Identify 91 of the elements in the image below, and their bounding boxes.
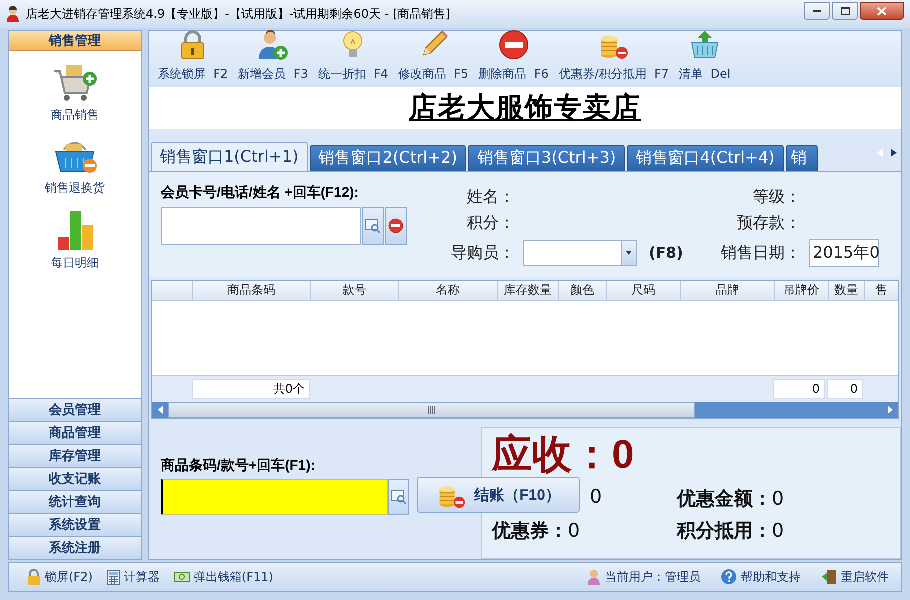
total-cell: 0: [827, 379, 863, 399]
name-label: 姓名：: [466, 186, 515, 208]
sales-date-field[interactable]: 2015年0: [809, 239, 879, 267]
calculator-icon: [106, 570, 120, 584]
count-cell: 共0个: [192, 379, 310, 399]
sidebar-item[interactable]: 商品销售: [51, 107, 99, 124]
column-header[interactable]: 款号: [310, 281, 398, 300]
total-cell: 0: [773, 379, 825, 399]
amount-due: 应收：0: [492, 434, 634, 476]
product-entry-label: 商品条码/款号+回车(F1):: [161, 457, 316, 475]
help-icon: [721, 569, 737, 585]
level-label: 等级：: [752, 186, 801, 208]
shop-title: 店老大服饰专卖店: [409, 91, 641, 125]
status-button[interactable]: 重启软件: [841, 568, 889, 586]
sales-window-tab[interactable]: 销: [786, 145, 818, 171]
toolbar-button[interactable]: 修改商品 F5: [394, 29, 474, 83]
column-header[interactable]: 品牌: [680, 281, 774, 300]
close-button[interactable]: [860, 2, 904, 20]
cash-icon: [174, 571, 190, 583]
sales-date-label: 销售日期：: [720, 242, 801, 264]
member-search-field[interactable]: [161, 207, 361, 245]
summary-field: 优惠券：0: [492, 518, 677, 544]
sales-window-tab[interactable]: 销售窗口2(Ctrl+2): [310, 145, 466, 171]
search-button[interactable]: [362, 207, 384, 245]
horizontal-scrollbar[interactable]: [152, 402, 898, 418]
window-title: 店老大进销存管理系统4.9【专业版】-【试用版】-试用期剩余60天 - [商品销售]: [26, 6, 452, 22]
app-logo-icon: [6, 6, 20, 22]
deposit-label: 预存款：: [736, 212, 801, 234]
sidebar-section[interactable]: 商品管理: [9, 421, 141, 444]
current-user-label: 当前用户：管理员: [605, 568, 701, 586]
sidebar-section[interactable]: 收支记账: [9, 467, 141, 490]
search-button[interactable]: [388, 479, 409, 515]
column-header[interactable]: 库存数量: [497, 281, 558, 300]
clear-button[interactable]: [385, 207, 407, 245]
toolbar-button[interactable]: 新增会员 F3: [233, 29, 314, 83]
checkout-button[interactable]: 结账（F10）: [417, 477, 580, 513]
shopping-cart-icon: [52, 63, 98, 103]
door-icon: [821, 569, 837, 585]
status-button[interactable]: 计算器: [124, 568, 160, 586]
close-icon: [877, 6, 887, 16]
column-header[interactable]: 数量: [828, 281, 864, 300]
status-button[interactable]: 帮助和支持: [741, 568, 801, 586]
sidebar-section[interactable]: 系统注册: [9, 536, 141, 559]
lock-icon: [27, 569, 41, 585]
column-header[interactable]: 吊牌价: [774, 281, 828, 300]
scroll-left-icon[interactable]: [158, 406, 162, 414]
column-header[interactable]: 名称: [398, 281, 497, 300]
toolbar-button[interactable]: 清单 Del: [674, 29, 736, 83]
sales-guide-label: 导购员：: [450, 242, 515, 264]
maximize-icon: [840, 7, 850, 15]
status-button[interactable]: 锁屏(F2): [45, 568, 93, 586]
summary-field: 优惠金额：0: [677, 486, 877, 512]
minimize-icon: [813, 10, 821, 12]
status-button[interactable]: 弹出钱箱(F11): [194, 568, 274, 586]
sidebar-section[interactable]: 库存管理: [9, 444, 141, 467]
basket-icon: [688, 29, 721, 61]
hotkey-label: (F8): [648, 244, 681, 262]
sidebar-header[interactable]: 销售管理: [9, 31, 141, 51]
sidebar-section[interactable]: 统计查询: [9, 490, 141, 513]
sales-window-tab[interactable]: 销售窗口3(Ctrl+3): [468, 145, 626, 171]
column-header[interactable]: 商品条码: [192, 281, 310, 300]
caret-icon: [626, 251, 632, 255]
search-icon: [365, 218, 381, 234]
summary-field: 积分抵用：0: [677, 518, 877, 544]
column-header[interactable]: 颜色: [558, 281, 606, 300]
grip-icon: [428, 406, 436, 414]
toolbar-button[interactable]: 统一折扣 F4: [313, 29, 394, 83]
sidebar-section[interactable]: 系统设置: [9, 513, 141, 536]
minimize-button[interactable]: [804, 2, 830, 20]
minus-circle-icon: [388, 218, 404, 234]
user-add-icon: [257, 29, 290, 61]
column-header[interactable]: 售: [864, 281, 898, 300]
sidebar-section[interactable]: 会员管理: [9, 398, 141, 421]
member-search-label: 会员卡号/电话/姓名 +回车(F12):: [161, 184, 360, 202]
user-icon: [587, 569, 601, 585]
sales-window-tab[interactable]: 销售窗口4(Ctrl+4): [627, 145, 784, 171]
minus-circle-icon: [498, 29, 530, 61]
toolbar-button[interactable]: 删除商品 F6: [474, 29, 554, 83]
sales-window-tab[interactable]: 销售窗口1(Ctrl+1): [151, 142, 308, 171]
amount-value: 0: [590, 486, 602, 510]
points-label: 积分：: [466, 212, 515, 234]
search-icon: [390, 489, 406, 505]
scroll-right-icon[interactable]: [891, 149, 897, 157]
maximize-button[interactable]: [832, 2, 858, 20]
sidebar-item[interactable]: 销售退换货: [45, 180, 105, 197]
sales-guide-dropdown[interactable]: [523, 240, 637, 266]
toolbar-button[interactable]: 系统锁屏 F2: [153, 29, 234, 83]
sidebar-item[interactable]: 每日明细: [51, 255, 99, 272]
product-code-field[interactable]: [161, 479, 388, 515]
toolbar-button[interactable]: 优惠券/积分抵用 F7: [554, 29, 674, 83]
column-header[interactable]: 尺码: [606, 281, 680, 300]
